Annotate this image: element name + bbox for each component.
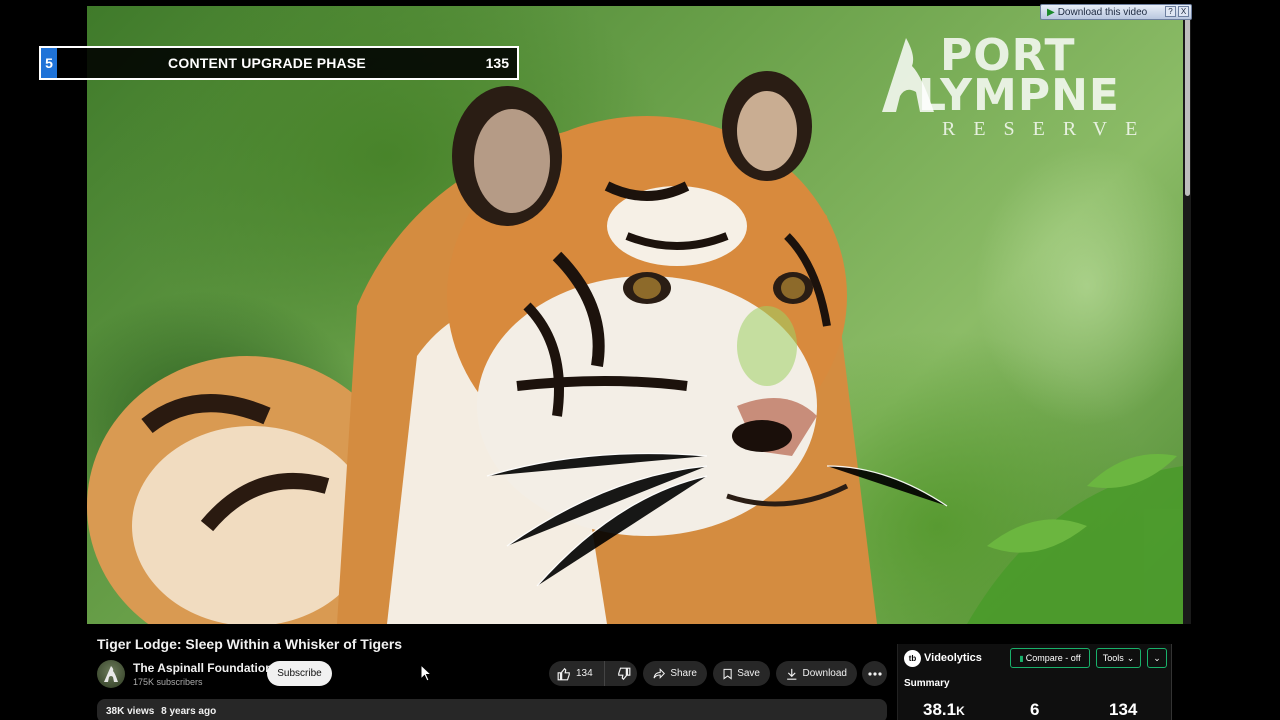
gorilla-avatar-icon: [104, 666, 118, 682]
subscriber-count: 175K subscribers: [133, 677, 203, 687]
like-dislike-group: 134: [549, 661, 637, 686]
share-icon: [653, 668, 666, 679]
summary-likes-stat: 134: [1109, 700, 1138, 719]
chevron-down-icon: ⌄: [1126, 652, 1135, 663]
tools-label: Tools: [1102, 653, 1124, 663]
video-title: Tiger Lodge: Sleep Within a Whisker of T…: [97, 636, 403, 652]
like-icon: [557, 667, 570, 680]
logo-text-reserve: RESERVE: [942, 118, 1156, 140]
more-icon: [867, 671, 882, 676]
play-icon: ▶: [1047, 6, 1055, 18]
download-this-video-label: Download this video: [1057, 6, 1148, 18]
help-button[interactable]: ?: [1165, 6, 1176, 17]
avatar[interactable]: [97, 660, 125, 688]
phase-number: 5: [41, 48, 57, 78]
bar-chart-icon: ▮: [1019, 653, 1024, 663]
summary-views-stat: 38.1K: [923, 700, 965, 720]
summary-heading: Summary: [904, 678, 950, 689]
videolytics-logo-icon: tb: [904, 650, 921, 667]
dislike-button[interactable]: [610, 661, 637, 686]
save-label: Save: [737, 668, 760, 679]
more-actions-button[interactable]: [862, 661, 887, 686]
views-value: 38.1: [923, 700, 957, 719]
description-box[interactable]: 38K views 8 years ago: [97, 699, 887, 720]
download-button[interactable]: Download: [776, 661, 857, 686]
scrollbar-thumb[interactable]: [1185, 10, 1190, 196]
compare-label: Compare - off: [1025, 653, 1081, 663]
download-this-video-button[interactable]: ▶ Download this video ? X: [1040, 4, 1192, 20]
content-upgrade-banner: 5 CONTENT UPGRADE PHASE 135: [39, 46, 519, 80]
port-lympne-logo: PORT LYMPNE RESERVE: [876, 34, 1156, 140]
subscribe-button[interactable]: Subscribe: [267, 661, 332, 686]
share-button[interactable]: Share: [643, 661, 707, 686]
videolytics-panel: tb Videolytics ▮ Compare - off Tools ⌄ ⌄…: [897, 644, 1172, 720]
chevron-down-icon: ⌄: [1153, 652, 1161, 663]
save-button[interactable]: Save: [713, 661, 770, 686]
download-label: Download: [802, 668, 847, 679]
download-icon: [787, 668, 797, 680]
view-count: 38K views: [106, 706, 155, 717]
views-suffix: K: [956, 704, 965, 718]
like-button[interactable]: 134: [549, 661, 605, 686]
summary-dislikes-stat: 6: [1030, 700, 1040, 719]
phase-title: CONTENT UPGRADE PHASE: [168, 55, 366, 71]
compare-toggle[interactable]: ▮ Compare - off: [1010, 648, 1090, 668]
close-button[interactable]: X: [1178, 6, 1189, 17]
share-label: Share: [670, 668, 697, 679]
channel-name[interactable]: The Aspinall Foundation: [133, 661, 273, 675]
upload-age: 8 years ago: [161, 706, 217, 717]
dislike-icon: [617, 667, 630, 680]
phase-count: 135: [485, 55, 509, 71]
videolytics-title: Videolytics: [924, 652, 982, 664]
save-icon: [723, 668, 732, 680]
logo-text-lympne: LYMPNE: [918, 70, 1120, 121]
tools-dropdown[interactable]: Tools ⌄: [1096, 648, 1141, 668]
expand-panel-button[interactable]: ⌄: [1147, 648, 1167, 668]
like-count: 134: [576, 668, 593, 679]
cursor-icon: [420, 664, 432, 682]
